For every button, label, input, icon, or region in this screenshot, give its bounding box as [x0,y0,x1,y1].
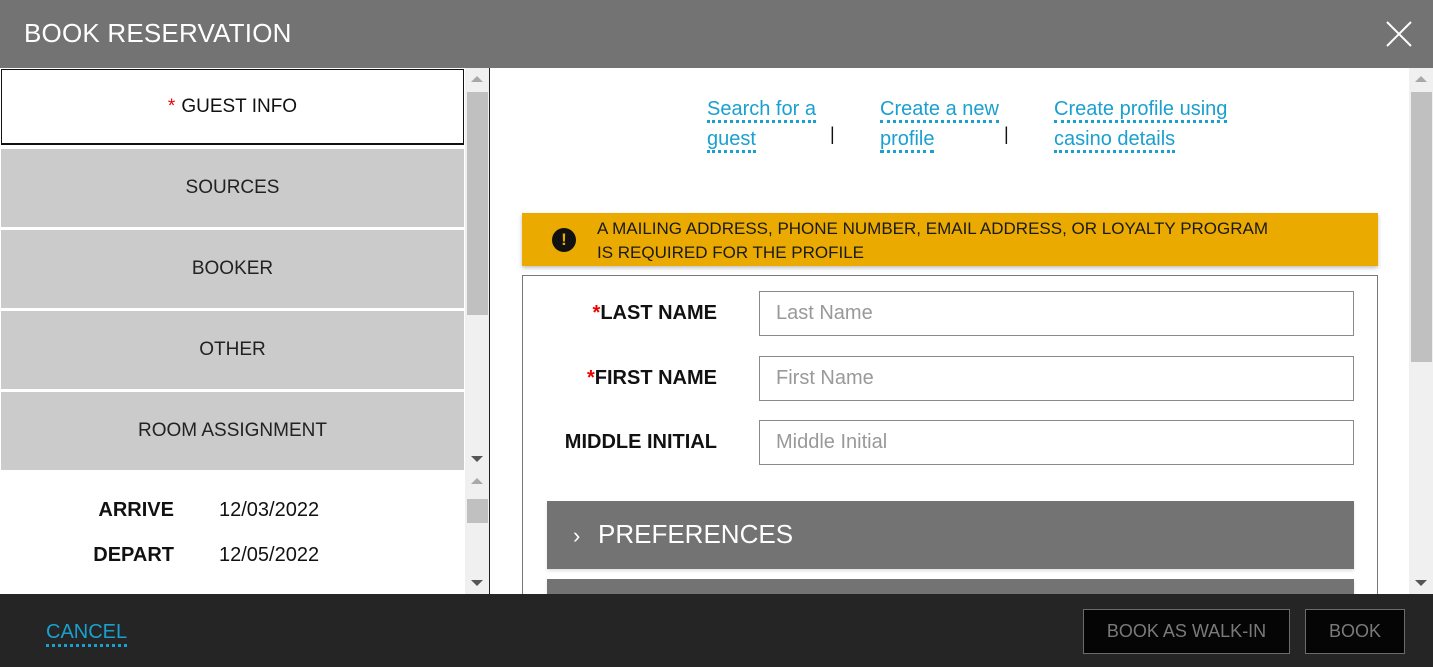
scroll-up-icon[interactable] [471,76,483,82]
required-marker: * [167,95,176,117]
label-text: LAST NAME [600,302,717,324]
depart-label: DEPART [93,544,174,566]
link-text: Create profile using [1054,98,1228,123]
scroll-down-icon[interactable] [1415,580,1427,586]
nav-item-guest-info[interactable]: * GUEST INFO [1,69,464,145]
close-icon[interactable] [1385,20,1413,48]
nav-scrollbar[interactable] [465,68,489,470]
preferences-section[interactable]: › PREFERENCES [547,501,1354,569]
depart-row: DEPART 12/05/2022 [0,544,465,574]
link-separator: | [1004,124,1009,144]
scroll-thumb[interactable] [467,499,488,523]
guest-info-panel: Search for a guest | Create a new profil… [490,68,1409,594]
next-section[interactable] [547,579,1354,594]
casino-profile-link[interactable]: Create profile using casino details [1054,94,1228,154]
link-text: casino details [1054,128,1176,153]
nav-item-label: BOOKER [191,258,274,279]
link-text: Search for a [707,98,816,123]
warning-line: IS REQUIRED FOR THE PROFILE [597,243,865,262]
link-text: profile [880,128,935,153]
stay-dates: ARRIVE 12/03/2022 DEPART 12/05/2022 [0,470,465,594]
nav-item-room-assignment[interactable]: ROOM ASSIGNMENT [1,392,464,470]
scroll-up-icon[interactable] [1415,76,1427,82]
dates-scrollbar[interactable] [465,470,489,594]
warning-line: A MAILING ADDRESS, PHONE NUMBER, EMAIL A… [597,219,1269,238]
last-name-field-row: *LAST NAME [523,291,1379,337]
link-text: Create a new [880,98,999,123]
section-nav: * GUEST INFO SOURCES BOOKER OTHER ROOM A… [0,68,465,470]
nav-item-label: SOURCES [185,177,280,198]
last-name-input[interactable] [759,291,1354,336]
dialog-footer: CANCEL BOOK AS WALK-IN BOOK [0,594,1433,667]
book-button[interactable]: BOOK [1305,609,1405,654]
chevron-right-icon: › [573,523,581,548]
middle-initial-input[interactable] [759,420,1354,465]
profile-form: *LAST NAME *FIRST NAME MIDDLE INITIAL › … [522,275,1378,594]
last-name-label: *LAST NAME [593,302,717,325]
label-text: FIRST NAME [594,367,717,389]
main-scrollbar[interactable] [1409,68,1433,594]
left-panel: * GUEST INFO SOURCES BOOKER OTHER ROOM A… [0,68,490,594]
nav-item-label: ROOM ASSIGNMENT [138,420,327,441]
first-name-label: *FIRST NAME [587,367,717,390]
create-profile-link[interactable]: Create a new profile [880,94,999,154]
dialog-title: BOOK RESERVATION [24,18,292,48]
nav-item-other[interactable]: OTHER [1,311,464,389]
book-walk-in-button[interactable]: BOOK AS WALK-IN [1083,609,1290,654]
scroll-thumb[interactable] [467,92,488,315]
exclamation-icon: ! [552,228,576,252]
scroll-down-icon[interactable] [471,456,483,462]
profile-actions: Search for a guest | Create a new profil… [490,94,1409,154]
cancel-button[interactable]: CANCEL [46,620,128,647]
arrive-row: ARRIVE 12/03/2022 [0,499,465,529]
warning-message: A MAILING ADDRESS, PHONE NUMBER, EMAIL A… [597,217,1268,265]
dialog-header: BOOK RESERVATION [0,0,1433,68]
required-marker: * [586,367,595,389]
first-name-input[interactable] [759,356,1354,401]
scroll-up-icon[interactable] [471,478,483,484]
nav-item-label: GUEST INFO [181,95,298,117]
first-name-field-row: *FIRST NAME [523,356,1379,402]
arrive-value: 12/03/2022 [219,499,320,521]
nav-item-sources[interactable]: SOURCES [1,149,464,227]
section-title: PREFERENCES [598,519,794,549]
middle-initial-field-row: MIDDLE INITIAL [523,420,1379,466]
nav-item-label: OTHER [199,339,266,360]
middle-initial-label: MIDDLE INITIAL [564,431,717,453]
nav-item-booker[interactable]: BOOKER [1,230,464,308]
warning-banner: ! A MAILING ADDRESS, PHONE NUMBER, EMAIL… [522,213,1378,266]
link-separator: | [830,124,835,144]
search-guest-link[interactable]: Search for a guest [707,94,816,154]
arrive-label: ARRIVE [98,499,174,521]
scroll-down-icon[interactable] [471,580,483,586]
scroll-thumb[interactable] [1411,92,1432,362]
link-text: guest [707,128,756,153]
depart-value: 12/05/2022 [219,544,320,566]
